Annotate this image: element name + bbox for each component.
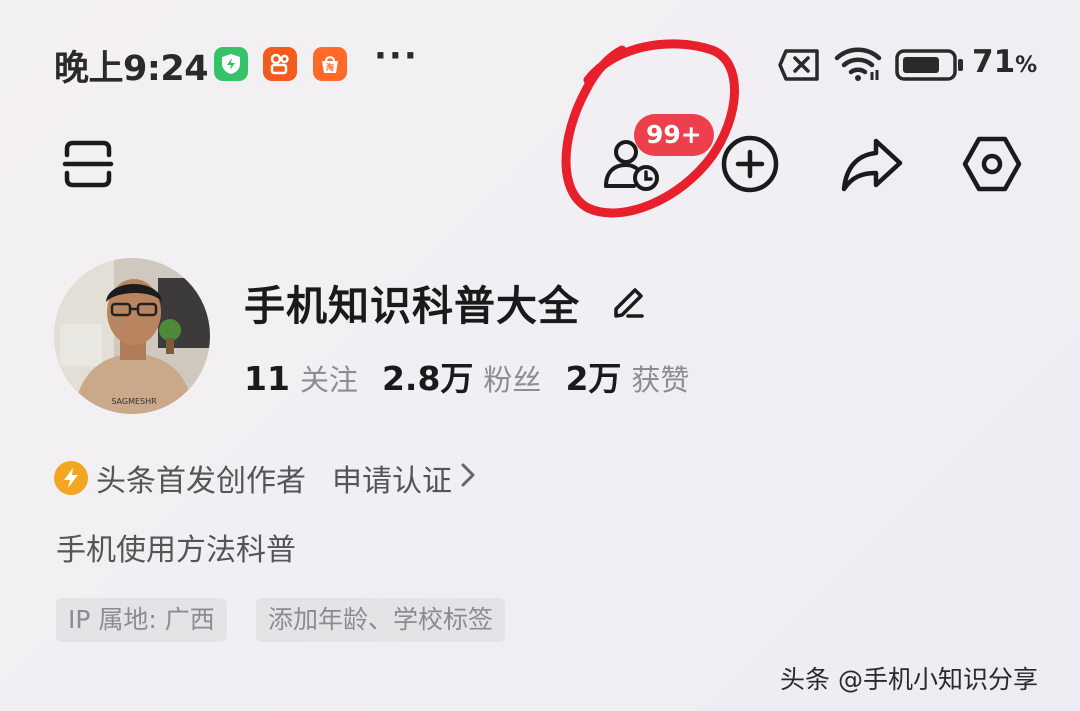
settings-icon[interactable] xyxy=(956,128,1028,200)
scan-icon[interactable] xyxy=(52,128,124,200)
ip-location-tag: IP 属地: 广西 xyxy=(56,598,227,642)
wifi-icon xyxy=(834,46,882,86)
annotation-circle xyxy=(552,28,752,232)
kuaishou-icon xyxy=(263,47,297,81)
followers-label[interactable]: 粉丝 xyxy=(483,357,541,399)
lightning-icon xyxy=(54,461,88,495)
creator-label: 头条首发创作者 xyxy=(96,464,306,499)
followers-count[interactable]: 2.8万 xyxy=(382,352,473,400)
status-more-icon: ··· xyxy=(374,36,419,76)
apply-certification-link[interactable]: 申请认证 xyxy=(332,456,452,500)
following-count[interactable]: 11 xyxy=(244,359,290,398)
likes-label[interactable]: 获赞 xyxy=(631,357,689,399)
likes-count[interactable]: 2万 xyxy=(565,352,621,400)
status-time: 晚上9:24 xyxy=(54,49,209,89)
sim-off-icon xyxy=(778,48,820,86)
add-age-school-tag[interactable]: 添加年龄、学校标签 xyxy=(256,598,506,642)
edit-name-icon[interactable] xyxy=(608,282,648,326)
taobao-icon: 淘 xyxy=(313,47,347,81)
battery-percent: 71% xyxy=(972,44,1038,80)
profile-stats: 11 关注 2.8万 粉丝 2万 获赞 xyxy=(244,352,713,400)
bio: 手机使用方法科普 xyxy=(56,533,296,568)
chevron-right-icon[interactable] xyxy=(460,461,476,496)
avatar[interactable]: SAGMESHR xyxy=(54,258,210,414)
creator-row: 头条首发创作者 申请认证 xyxy=(54,456,476,500)
battery-icon xyxy=(895,49,965,85)
shield-app-icon xyxy=(214,47,248,81)
share-icon[interactable] xyxy=(836,128,908,200)
avatar-shirt-text: SAGMESHR xyxy=(111,397,157,406)
svg-text:淘: 淘 xyxy=(326,62,334,72)
username: 手机知识科普大全 xyxy=(244,282,580,330)
following-label[interactable]: 关注 xyxy=(300,357,358,399)
watermark: 头条 @手机小知识分享 xyxy=(780,665,1038,694)
